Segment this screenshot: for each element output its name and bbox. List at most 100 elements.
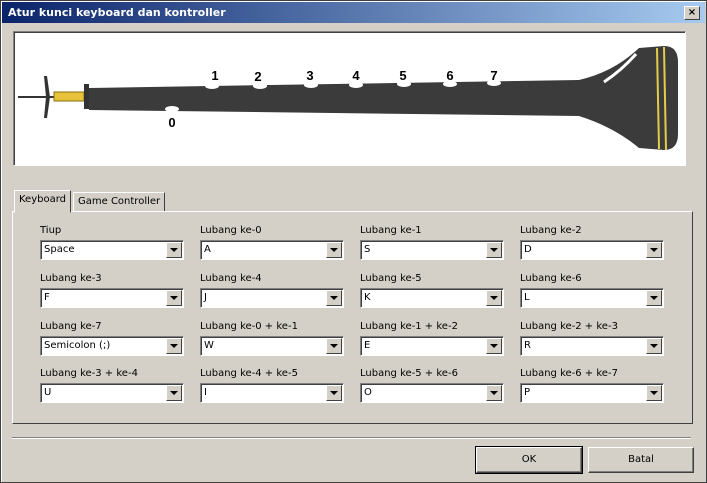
select-value: K (364, 292, 371, 303)
dropdown-button[interactable] (326, 338, 342, 354)
dropdown-button[interactable] (486, 242, 502, 258)
select-value: F (44, 292, 50, 303)
field-label: Lubang ke-6 (520, 273, 582, 284)
chevron-down-icon (330, 344, 338, 348)
chevron-down-icon (490, 296, 498, 300)
hole-label-4: 4 (352, 68, 360, 83)
instrument-illustration: 0 1 2 3 4 5 6 7 (13, 31, 686, 166)
field-label: Lubang ke-6 + ke-7 (520, 368, 618, 379)
key-select[interactable]: P (520, 383, 664, 403)
field-lubang-1-2: Lubang ke-1 + ke-2 E (360, 320, 504, 356)
hole-label-7: 7 (490, 68, 497, 83)
field-label: Lubang ke-1 (360, 225, 422, 236)
key-select[interactable]: J (200, 288, 344, 308)
hole-1 (205, 83, 219, 89)
dropdown-button[interactable] (646, 338, 662, 354)
select-value: J (204, 292, 207, 303)
hole-label-1: 1 (211, 68, 218, 83)
select-value: E (364, 340, 371, 351)
instrument-svg: 0 1 2 3 4 5 6 7 (18, 46, 678, 151)
key-select[interactable]: L (520, 288, 664, 308)
select-value: Space (44, 244, 75, 255)
field-lubang-0: Lubang ke-0 A (200, 224, 344, 260)
key-select[interactable]: Semicolon (;) (40, 336, 184, 356)
dropdown-button[interactable] (646, 242, 662, 258)
tab-game-controller[interactable]: Game Controller (73, 192, 166, 212)
field-label: Lubang ke-0 + ke-1 (200, 321, 298, 332)
key-select[interactable]: I (200, 383, 344, 403)
hole-label-2: 2 (254, 69, 261, 84)
title-bar: Atur kunci keyboard dan kontroller × (2, 2, 705, 23)
select-value: P (524, 387, 531, 398)
chevron-down-icon (650, 391, 658, 395)
ok-button[interactable]: OK (475, 446, 583, 474)
select-value: A (204, 244, 211, 255)
select-value: Semicolon (;) (44, 340, 111, 351)
dropdown-button[interactable] (646, 290, 662, 306)
window-title: Atur kunci keyboard dan kontroller (8, 6, 226, 19)
field-lubang-0-1: Lubang ke-0 + ke-1 W (200, 320, 344, 356)
dropdown-button[interactable] (486, 338, 502, 354)
dropdown-button[interactable] (326, 385, 342, 401)
key-select[interactable]: F (40, 288, 184, 308)
chevron-down-icon (650, 344, 658, 348)
key-select[interactable]: U (40, 383, 184, 403)
field-label: Lubang ke-5 + ke-6 (360, 368, 458, 379)
instrument-body (89, 46, 678, 150)
field-lubang-2-3: Lubang ke-2 + ke-3 R (520, 320, 664, 356)
key-select[interactable]: W (200, 336, 344, 356)
chevron-down-icon (170, 391, 178, 395)
chevron-down-icon (330, 296, 338, 300)
field-lubang-1: Lubang ke-1 S (360, 224, 504, 260)
field-label: Lubang ke-7 (40, 321, 102, 332)
key-select[interactable]: O (360, 383, 504, 403)
select-value: W (204, 340, 214, 351)
hole-0 (165, 106, 179, 112)
field-label: Lubang ke-3 + ke-4 (40, 368, 138, 379)
dropdown-button[interactable] (646, 385, 662, 401)
dropdown-button[interactable] (326, 290, 342, 306)
chevron-down-icon (650, 248, 658, 252)
dropdown-button[interactable] (166, 338, 182, 354)
dropdown-button[interactable] (486, 290, 502, 306)
chevron-down-icon (330, 391, 338, 395)
field-label: Lubang ke-2 (520, 225, 582, 236)
chevron-down-icon (170, 344, 178, 348)
field-label: Lubang ke-5 (360, 273, 422, 284)
field-lubang-4: Lubang ke-4 J (200, 272, 344, 308)
field-lubang-2: Lubang ke-2 D (520, 224, 664, 260)
field-label: Lubang ke-1 + ke-2 (360, 321, 458, 332)
key-select[interactable]: S (360, 240, 504, 260)
dialog-window: Atur kunci keyboard dan kontroller × 0 1… (0, 0, 707, 483)
key-select[interactable]: A (200, 240, 344, 260)
select-value: L (524, 292, 530, 303)
select-value: D (524, 244, 532, 255)
brass-staple (53, 91, 85, 102)
dropdown-button[interactable] (486, 385, 502, 401)
dropdown-button[interactable] (166, 290, 182, 306)
cancel-button[interactable]: Batal (588, 447, 694, 473)
key-select[interactable]: D (520, 240, 664, 260)
tab-keyboard[interactable]: Keyboard (14, 190, 72, 213)
chevron-down-icon (650, 296, 658, 300)
hole-label-6: 6 (446, 68, 453, 83)
field-lubang-5: Lubang ke-5 K (360, 272, 504, 308)
key-select[interactable]: R (520, 336, 664, 356)
dropdown-button[interactable] (326, 242, 342, 258)
key-select[interactable]: Space (40, 240, 184, 260)
hole-label-0: 0 (168, 115, 175, 130)
field-label: Lubang ke-2 + ke-3 (520, 321, 618, 332)
field-lubang-6: Lubang ke-6 L (520, 272, 664, 308)
key-select[interactable]: E (360, 336, 504, 356)
field-label: Lubang ke-3 (40, 273, 102, 284)
dropdown-button[interactable] (166, 385, 182, 401)
divider (12, 437, 691, 439)
close-button[interactable]: × (684, 6, 700, 20)
key-select[interactable]: K (360, 288, 504, 308)
dropdown-button[interactable] (166, 242, 182, 258)
chevron-down-icon (490, 391, 498, 395)
field-tiup: Tiup Space (40, 224, 184, 260)
chevron-down-icon (170, 248, 178, 252)
select-value: O (364, 387, 372, 398)
hole-label-3: 3 (306, 68, 313, 83)
